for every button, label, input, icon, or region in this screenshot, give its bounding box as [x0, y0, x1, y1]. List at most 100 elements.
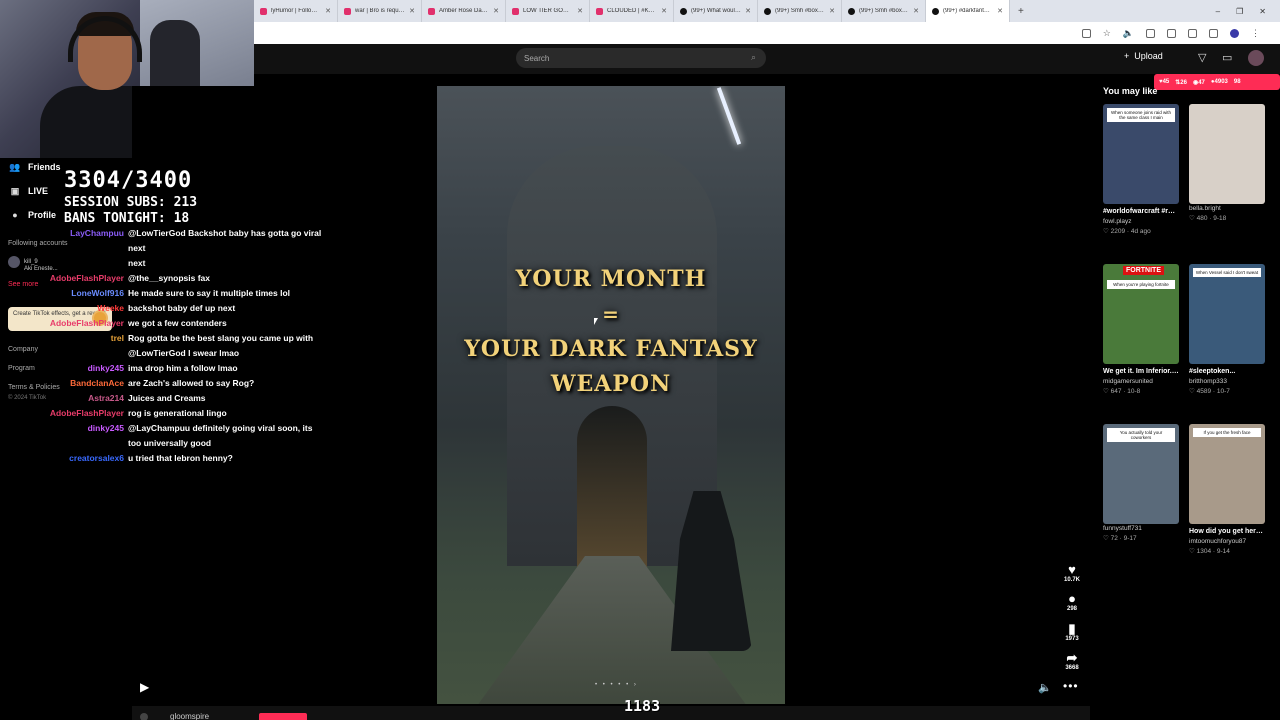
window-controls: – ❐ ✕	[1216, 7, 1280, 16]
comment-button[interactable]: ● 298	[1062, 592, 1082, 613]
cast-icon[interactable]	[1081, 28, 1091, 38]
close-icon[interactable]: ✕	[409, 7, 415, 15]
stream-chat: LayChampuu @LowTierGod Backshot baby has …	[40, 226, 340, 466]
speaker-icon[interactable]: 🔈	[1123, 28, 1134, 39]
chat-username[interactable]: dinky245	[40, 361, 128, 376]
recommended-video[interactable]: bella.bright ♡ 480 · 9-18	[1189, 104, 1265, 223]
avatar[interactable]	[140, 713, 148, 720]
video-thumbnail[interactable]: You actually told your coworkers	[1103, 424, 1179, 524]
see-more-link[interactable]: See more	[8, 281, 38, 288]
browser-tab[interactable]: Amber Rose Dawson | W✕	[422, 0, 506, 22]
close-icon[interactable]: ✕	[745, 7, 751, 15]
recommended-video[interactable]: When Vessel said I don't sweat #sleeptoke…	[1189, 264, 1265, 396]
browser-tab[interactable]: war | Bro is requesting his ✕	[338, 0, 422, 22]
recommended-user[interactable]: funnystuff731	[1103, 524, 1179, 534]
recommended-user[interactable]: britthomp333	[1189, 377, 1265, 387]
new-tab-button[interactable]: +	[1010, 6, 1032, 17]
recommended-video[interactable]: FORTNITE When you're playing fortnite We g…	[1103, 264, 1179, 396]
bottom-username[interactable]: gloomspire	[170, 712, 209, 720]
close-icon[interactable]: ✕	[661, 7, 667, 15]
avatar[interactable]	[1248, 50, 1264, 66]
browser-tab[interactable]: lyHumor | Follow me ✕	[254, 0, 338, 22]
recommended-video[interactable]: When someone joins raid with the same cl…	[1103, 104, 1179, 236]
browser-tab[interactable]: (99+) Smh #boxing #✕	[842, 0, 926, 22]
extensions-menu-icon[interactable]	[1167, 28, 1176, 38]
recommended-user[interactable]: fowl.playz	[1103, 217, 1179, 227]
chat-username[interactable]: dinky245	[40, 421, 128, 436]
sidebar-icon[interactable]	[1188, 28, 1197, 38]
chat-text: next	[128, 258, 146, 268]
chat-username[interactable]: creatorsalex6	[40, 451, 128, 466]
close-icon[interactable]: ✕	[997, 7, 1003, 15]
browser-tab[interactable]: (99+) Smh #boxing #✕	[758, 0, 842, 22]
thumbnail-caption: You actually told your coworkers	[1107, 428, 1175, 442]
volume-icon[interactable]: 🔈	[1038, 681, 1052, 694]
mouse-cursor	[594, 318, 598, 325]
recommended-user[interactable]: imtoomuchforyou87	[1189, 537, 1265, 547]
recommended-title[interactable]: #sleeptoken...	[1189, 366, 1265, 377]
save-button[interactable]: ▮ 1973	[1062, 622, 1082, 643]
video-thumbnail[interactable]	[1189, 104, 1265, 204]
recommended-title[interactable]: We get it. Im Inferior. Lemme play. Go..…	[1103, 366, 1179, 377]
recommended-video[interactable]: You actually told your coworkers funnystu…	[1103, 424, 1179, 543]
recommended-user[interactable]: bella.bright	[1189, 204, 1265, 214]
follow-button[interactable]	[259, 713, 307, 720]
menu-icon[interactable]: ⋮	[1251, 28, 1260, 39]
maximize-button[interactable]: ❐	[1236, 7, 1243, 16]
upload-button[interactable]: + Upload	[1124, 51, 1163, 61]
video-thumbnail[interactable]: When Vessel said I don't sweat	[1189, 264, 1265, 364]
chat-username[interactable]: BandclanAce	[40, 376, 128, 391]
close-icon[interactable]: ✕	[829, 7, 835, 15]
video-doorway	[577, 406, 647, 576]
minimize-button[interactable]: –	[1216, 7, 1220, 16]
close-window-button[interactable]: ✕	[1259, 7, 1266, 16]
nav-live[interactable]: ▣ LIVE	[10, 186, 48, 197]
friends-icon: 👥	[9, 161, 21, 172]
extension-icon[interactable]	[1146, 28, 1155, 38]
download-icon[interactable]	[1209, 28, 1218, 38]
recommended-user[interactable]: midgamersunited	[1103, 377, 1179, 387]
video-thumbnail[interactable]: When someone joins raid with the same cl…	[1103, 104, 1179, 204]
close-icon[interactable]: ✕	[493, 7, 499, 15]
close-icon[interactable]: ✕	[325, 7, 331, 15]
more-options-icon[interactable]: •••	[1063, 679, 1079, 693]
chat-text: too universally good	[128, 438, 212, 448]
save-count: 1973	[1065, 636, 1079, 642]
video-progress-dots[interactable]: • • • • • ›	[595, 682, 638, 688]
video-player[interactable]: YOUR MONTH = YOUR DARK FANTASY WEAPON • …	[437, 86, 785, 704]
video-thumbnail[interactable]: FORTNITE When you're playing fortnite	[1103, 264, 1179, 364]
like-button[interactable]: ♥ 10.7K	[1062, 563, 1082, 584]
filter-icon[interactable]: ▽	[1198, 51, 1206, 64]
footer-company[interactable]: Company	[8, 346, 38, 353]
nav-friends[interactable]: 👥 Friends	[9, 161, 60, 173]
play-button[interactable]: ▶	[140, 680, 149, 694]
chat-text: rog is generational lingo	[128, 408, 227, 418]
browser-tab[interactable]: (99+) What would you rat ✕	[674, 0, 758, 22]
share-button[interactable]: ➦ 3668	[1062, 651, 1082, 672]
browser-tab[interactable]: LOW TIER GOD (@dalaus ✕	[506, 0, 590, 22]
search-icon[interactable]: ⌕	[751, 52, 756, 63]
chat-username[interactable]: AdobeFlashPlayer	[40, 316, 128, 331]
browser-tab[interactable]: (99+) #darkfantasy #p✕	[926, 0, 1010, 22]
close-icon[interactable]: ✕	[913, 7, 919, 15]
recommended-title[interactable]: How did you get here? #fyp...	[1189, 526, 1265, 537]
browser-tab[interactable]: CLOUDED | #KevinHart to ✕	[590, 0, 674, 22]
search-input[interactable]: Search ⌕	[516, 48, 766, 68]
video-thumbnail[interactable]: If you get the fresh face	[1189, 424, 1265, 524]
chat-username[interactable]: AdobeFlashPlayer	[40, 406, 128, 421]
star-icon[interactable]: ☆	[1103, 28, 1111, 39]
chat-username[interactable]: LayChampuu	[40, 226, 128, 241]
profile-icon[interactable]	[1230, 28, 1239, 38]
chat-username[interactable]: LoneWolf916	[40, 286, 128, 301]
recommended-title[interactable]: #worldofwarcraft #rogue	[1103, 206, 1179, 217]
recommended-video[interactable]: If you get the fresh face How did you get…	[1189, 424, 1265, 556]
inbox-icon[interactable]: ▭	[1222, 51, 1232, 64]
chat-username[interactable]: trel	[40, 331, 128, 346]
chat-username[interactable]: AdobeFlashPlayer	[40, 271, 128, 286]
chat-username[interactable]: Weeke	[40, 301, 128, 316]
nav-profile[interactable]: ● Profile	[10, 210, 56, 220]
footer-program[interactable]: Program	[8, 365, 35, 372]
heart-icon: ♡	[1189, 388, 1197, 395]
close-icon[interactable]: ✕	[577, 7, 583, 15]
chat-username[interactable]: Astra214	[40, 391, 128, 406]
